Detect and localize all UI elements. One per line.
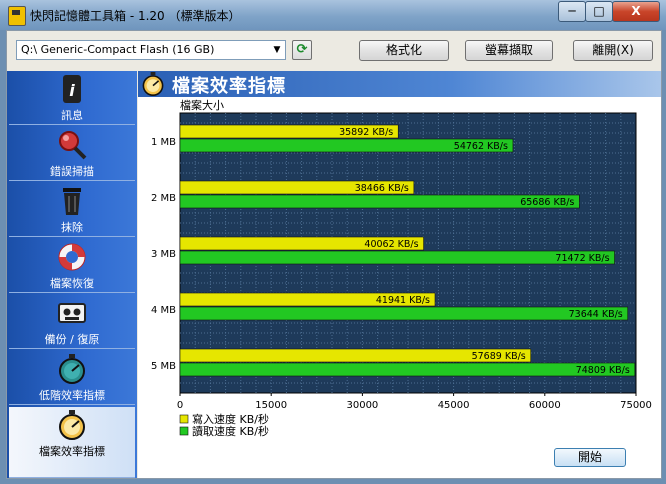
app-icon (8, 6, 26, 26)
exit-button[interactable]: 離開(X) (573, 40, 653, 61)
x-tick-label: 75000 (620, 400, 652, 411)
bar-value-label: 74809 KB/s (576, 365, 630, 376)
info-icon: i (63, 75, 81, 103)
sidebar: i 訊息 錯誤掃描 抹除 檔案恢復 備份 / 復原 低階效率指標 檔案效率指標 (7, 71, 137, 478)
x-tick-label: 15000 (255, 400, 287, 411)
main-panel: 檔案效率指標 檔案大小 1 MB 35892 KB/s 54762 KB/s 2 MB 3… (138, 71, 661, 478)
bar-value-label: 54762 KB/s (454, 141, 508, 152)
drive-select[interactable]: Q:\ Generic-Compact Flash (16 GB) ▼ (16, 40, 286, 60)
stopwatch-icon (59, 354, 85, 384)
bar-read (179, 362, 636, 377)
file-benchmark-chart: 檔案大小 1 MB 35892 KB/s 54762 KB/s 2 MB 38466 KB… (151, 98, 652, 438)
trash-icon (63, 188, 81, 215)
sidebar-item-label: 檔案效率指標 (39, 445, 105, 458)
window-title: 快閃記憶體工具箱 - 1.20 （標準版本） (30, 9, 241, 23)
bar-read (179, 250, 615, 265)
sidebar-item-info[interactable]: i 訊息 (9, 71, 135, 125)
category-label: 2 MB (151, 193, 176, 204)
sidebar-item-erase[interactable]: 抹除 (9, 183, 135, 237)
format-button[interactable]: 格式化 (359, 40, 449, 61)
section-title: 檔案效率指標 (172, 76, 286, 97)
sidebar-item-label: 錯誤掃描 (50, 165, 94, 178)
legend-label: 寫入速度 KB/秒 (192, 412, 269, 426)
sidebar-item-label: 備份 / 復原 (44, 333, 100, 346)
sidebar-item-low-level-benchmark[interactable]: 低階效率指標 (9, 351, 135, 405)
x-tick-label: 30000 (346, 400, 378, 411)
sidebar-item-label: 檔案恢復 (50, 277, 94, 290)
magnifier-icon (59, 131, 87, 160)
sidebar-item-backup-restore[interactable]: 備份 / 復原 (9, 295, 135, 349)
start-button[interactable]: 開始 (554, 448, 626, 467)
screen-capture-button[interactable]: 螢幕擷取 (465, 40, 553, 61)
x-tick-label: 0 (177, 400, 183, 411)
stopwatch-icon (59, 410, 85, 440)
bar-value-label: 41941 KB/s (376, 295, 430, 306)
legend-label: 讀取速度 KB/秒 (192, 424, 269, 438)
svg-text:i: i (69, 81, 75, 100)
sidebar-item-label: 訊息 (61, 109, 83, 122)
sidebar-item-file-benchmark[interactable]: 檔案效率指標 (9, 407, 135, 478)
stopwatch-icon (142, 72, 164, 96)
bar-value-label: 65686 KB/s (520, 197, 574, 208)
title-bar: 快閃記憶體工具箱 - 1.20 （標準版本） ─ □ X (0, 0, 666, 30)
refresh-icon: ⟳ (296, 42, 308, 57)
bar-value-label: 71472 KB/s (555, 253, 609, 264)
bar-read (179, 306, 629, 321)
maximize-button[interactable]: □ (585, 1, 613, 22)
refresh-button[interactable]: ⟳ (292, 40, 312, 60)
app-frame: Q:\ Generic-Compact Flash (16 GB) ▼ ⟳ 格式… (6, 30, 662, 479)
category-label: 3 MB (151, 249, 176, 260)
y-axis-label: 檔案大小 (180, 98, 224, 112)
category-label: 4 MB (151, 305, 176, 316)
category-label: 5 MB (151, 361, 176, 372)
sidebar-item-file-recovery[interactable]: 檔案恢復 (9, 239, 135, 293)
sidebar-item-label: 抹除 (61, 221, 83, 234)
section-header: 檔案效率指標 (138, 71, 661, 97)
bar-value-label: 38466 KB/s (355, 183, 409, 194)
legend-swatch (179, 414, 189, 424)
tape-icon (58, 303, 86, 323)
sidebar-item-label: 低階效率指標 (39, 389, 105, 402)
bar-value-label: 73644 KB/s (569, 309, 623, 320)
sidebar-item-error-scan[interactable]: 錯誤掃描 (9, 127, 135, 181)
drive-select-value: Q:\ Generic-Compact Flash (16 GB) (21, 43, 215, 56)
x-tick-label: 60000 (529, 400, 561, 411)
minimize-button[interactable]: ─ (558, 1, 586, 22)
toolbar: Q:\ Generic-Compact Flash (16 GB) ▼ ⟳ 格式… (7, 31, 661, 71)
bar-value-label: 57689 KB/s (472, 351, 526, 362)
chevron-down-icon[interactable]: ▼ (269, 41, 285, 59)
bar-value-label: 35892 KB/s (339, 127, 393, 138)
category-label: 1 MB (151, 137, 176, 148)
close-button[interactable]: X (612, 1, 660, 22)
bar-value-label: 40062 KB/s (364, 239, 418, 250)
x-tick-label: 45000 (438, 400, 470, 411)
legend-swatch (179, 426, 189, 436)
lifebuoy-icon (58, 243, 86, 271)
